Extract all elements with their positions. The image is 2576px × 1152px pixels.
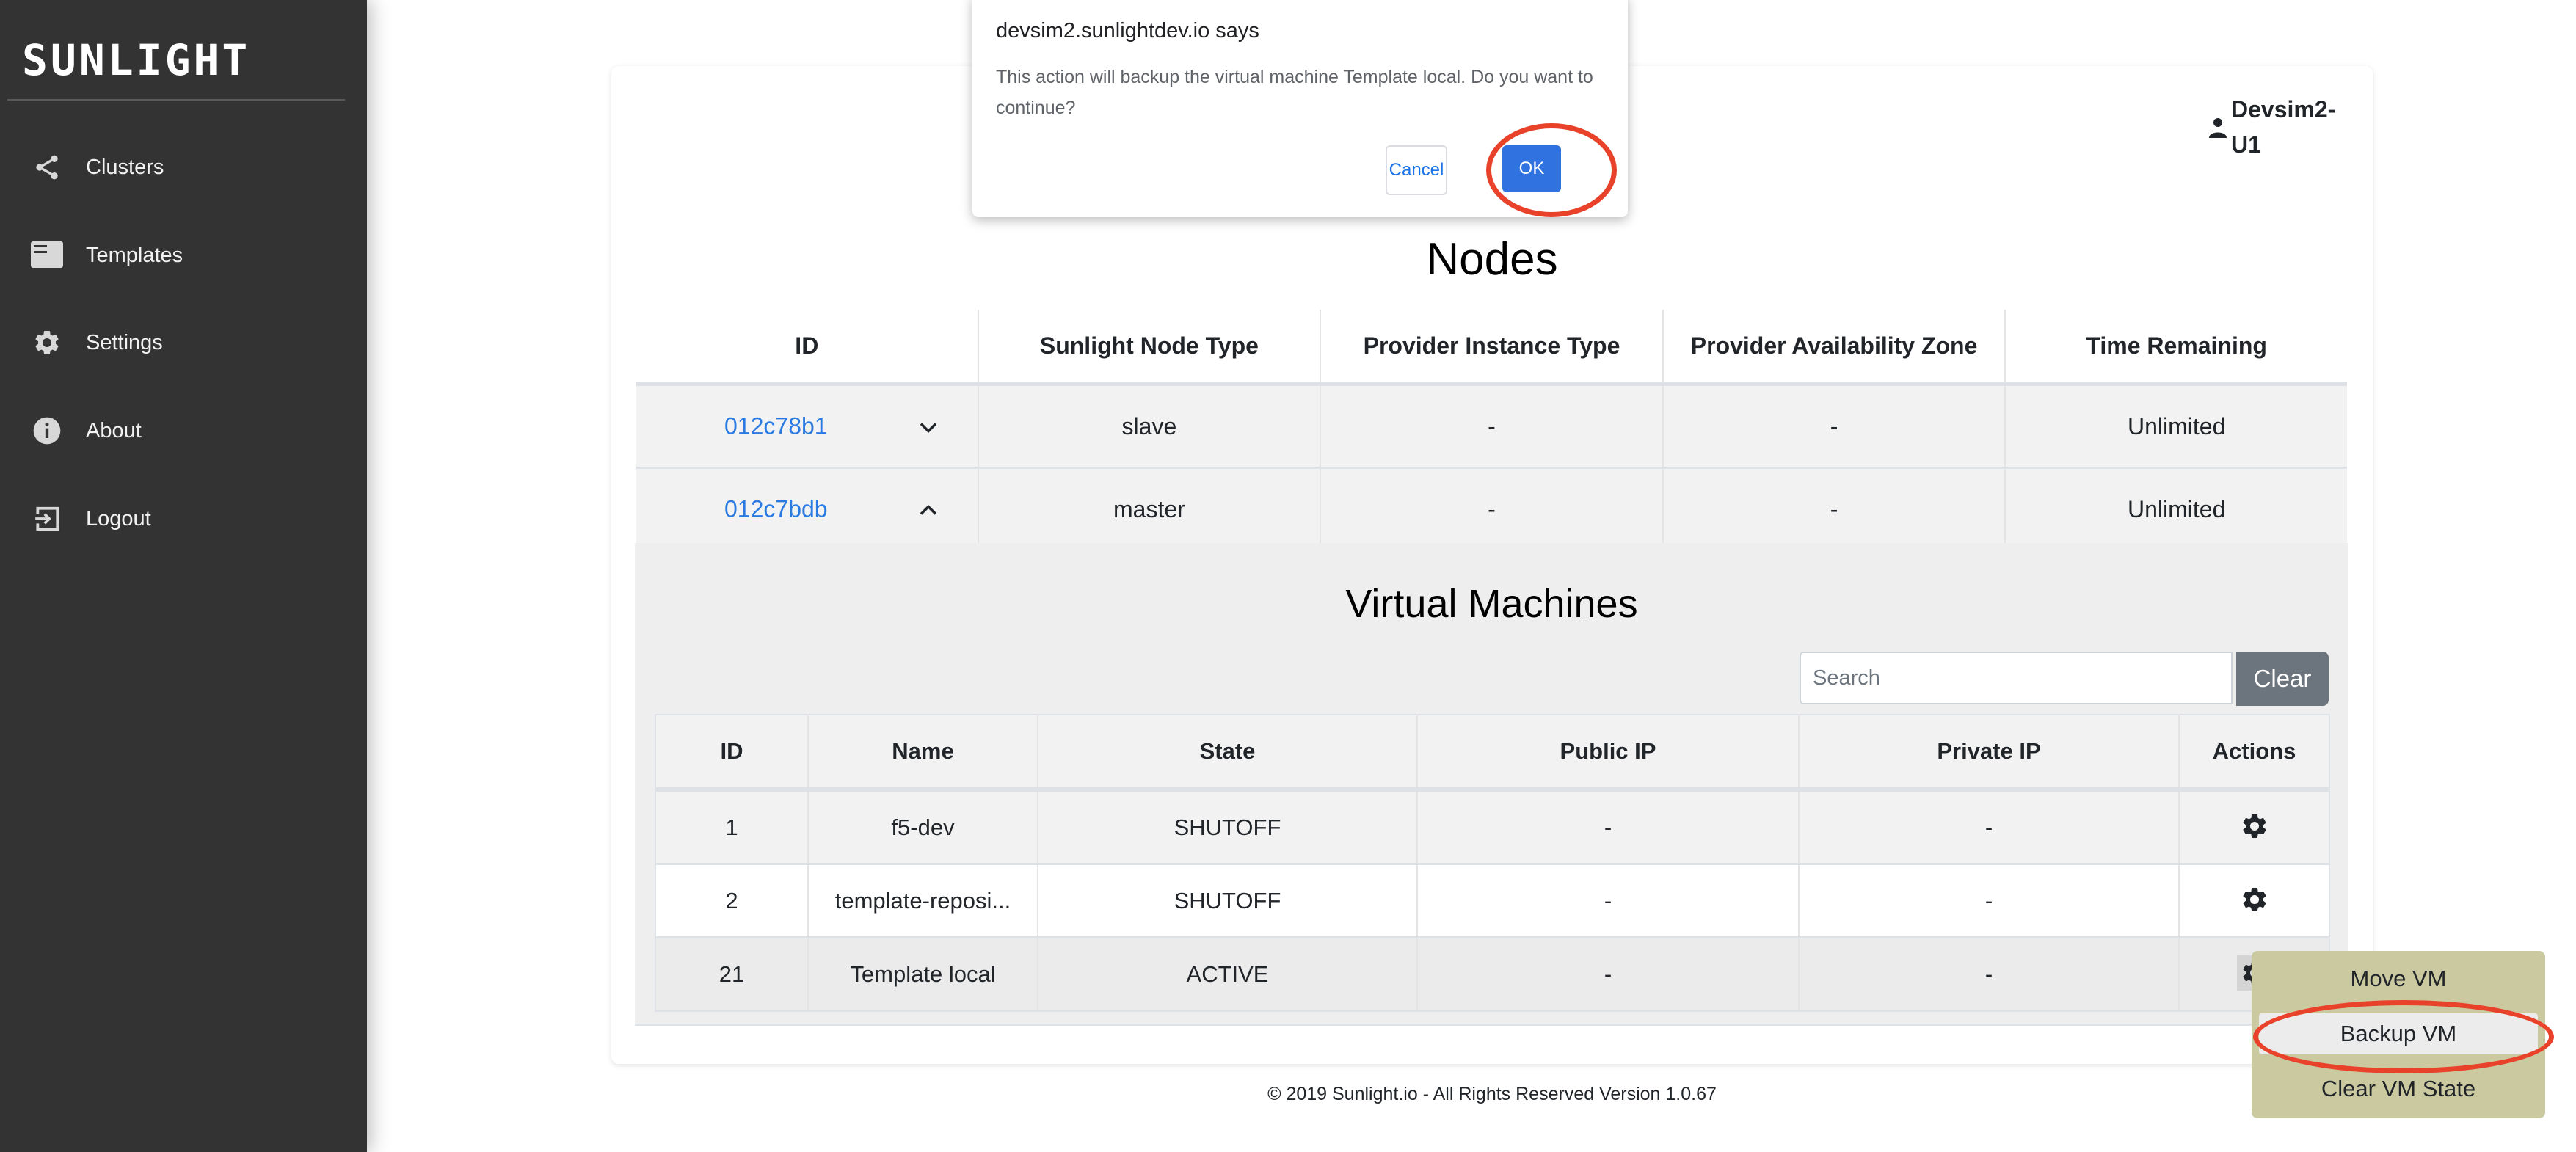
- vm-actions-cell: [2179, 864, 2329, 938]
- column-header[interactable]: Provider Availability Zone: [1662, 310, 2006, 386]
- vm-row: 1 f5-dev SHUTOFF - -: [655, 790, 2329, 865]
- menu-item-move-vm[interactable]: Move VM: [2259, 958, 2538, 999]
- share-icon: [31, 151, 63, 183]
- nodes-table: ID Sunlight Node Type Provider Instance …: [635, 308, 2348, 552]
- sidebar-item-label: Settings: [86, 330, 163, 354]
- sidebar-item-clusters[interactable]: Clusters: [0, 138, 367, 197]
- column-header[interactable]: State: [1038, 715, 1418, 792]
- vm-public-ip: -: [1417, 937, 1800, 1012]
- column-header[interactable]: Provider Instance Type: [1320, 310, 1664, 386]
- vm-name: template-reposi...: [808, 864, 1038, 938]
- sidebar-item-settings[interactable]: Settings: [0, 313, 367, 372]
- menu-item-clear-vm-state[interactable]: Clear VM State: [2259, 1068, 2538, 1109]
- vm-actions-menu: Move VM Backup VM Clear VM State: [2252, 951, 2545, 1118]
- vm-row: 2 template-reposi... SHUTOFF - -: [655, 864, 2329, 938]
- sunlight-logo[interactable]: SUNLIGHT: [22, 35, 250, 85]
- vm-search-input[interactable]: [1800, 652, 2233, 704]
- column-header[interactable]: ID: [655, 715, 809, 792]
- logout-icon: [31, 503, 63, 535]
- column-header[interactable]: ID: [636, 310, 979, 386]
- vm-public-ip: -: [1417, 864, 1800, 938]
- user-menu[interactable]: Devsim2-U1: [2209, 92, 2348, 162]
- vm-id: 21: [655, 937, 809, 1012]
- confirm-dialog: devsim2.sunlightdev.io says This action …: [972, 0, 1628, 217]
- vm-public-ip: -: [1417, 790, 1800, 865]
- chevron-up-icon[interactable]: [919, 496, 938, 523]
- node-id-link[interactable]: 012c7bdb: [724, 496, 828, 523]
- dialog-title: devsim2.sunlightdev.io says: [996, 19, 1259, 43]
- vm-private-ip: -: [1799, 864, 2180, 938]
- node-time-remaining: Unlimited: [2005, 384, 2347, 469]
- clear-button[interactable]: Clear: [2236, 652, 2329, 706]
- vm-actions-gear-icon[interactable]: [2237, 809, 2272, 844]
- user-name: Devsim2-U1: [2231, 96, 2336, 158]
- dialog-ok-button[interactable]: OK: [1502, 145, 1561, 192]
- vm-private-ip: -: [1799, 790, 2180, 865]
- sidebar-item-label: About: [86, 418, 142, 442]
- sidebar-divider: [7, 99, 345, 101]
- vm-title: Virtual Machines: [1345, 582, 1638, 626]
- nodes-header-row: ID Sunlight Node Type Provider Instance …: [636, 310, 2347, 386]
- vm-table: ID Name State Public IP Private IP Actio…: [655, 714, 2330, 1012]
- vm-name: f5-dev: [808, 790, 1038, 865]
- sidebar-item-logout[interactable]: Logout: [0, 489, 367, 548]
- vm-row: 21 Template local ACTIVE - -: [655, 937, 2329, 1012]
- vm-header-row: ID Name State Public IP Private IP Actio…: [655, 715, 2329, 792]
- column-header[interactable]: Private IP: [1799, 715, 2180, 792]
- template-icon: [31, 239, 63, 271]
- node-id-cell: 012c7bdb: [636, 467, 979, 550]
- info-icon: [31, 415, 63, 447]
- column-header: Actions: [2179, 715, 2329, 792]
- node-instance-type: -: [1320, 467, 1664, 550]
- node-zone: -: [1662, 467, 2006, 550]
- person-icon: [2209, 117, 2227, 142]
- node-zone: -: [1662, 384, 2006, 469]
- node-type: master: [978, 467, 1322, 550]
- vm-panel: Virtual Machines Clear ID Name State Pub…: [635, 543, 2348, 1026]
- sidebar-item-label: Clusters: [86, 155, 164, 179]
- vm-id: 1: [655, 790, 809, 865]
- sidebar-item-about[interactable]: About: [0, 401, 367, 460]
- chevron-down-icon[interactable]: [919, 413, 938, 440]
- vm-state: ACTIVE: [1038, 937, 1418, 1012]
- dialog-cancel-button[interactable]: Cancel: [1386, 145, 1447, 195]
- sidebar-item-label: Logout: [86, 506, 151, 531]
- vm-actions-gear-icon[interactable]: [2237, 882, 2272, 917]
- menu-item-backup-vm[interactable]: Backup VM: [2259, 1013, 2538, 1054]
- node-row[interactable]: 012c78b1 slave - - Unlimited: [636, 384, 2347, 469]
- footer-text: © 2019 Sunlight.io - All Rights Reserved…: [1267, 1084, 1717, 1104]
- column-header[interactable]: Time Remaining: [2005, 310, 2347, 386]
- gear-icon: [31, 327, 63, 359]
- column-header[interactable]: Sunlight Node Type: [978, 310, 1322, 386]
- column-header[interactable]: Public IP: [1417, 715, 1800, 792]
- column-header[interactable]: Name: [808, 715, 1038, 792]
- vm-name: Template local: [808, 937, 1038, 1012]
- node-time-remaining: Unlimited: [2005, 467, 2347, 550]
- vm-state: SHUTOFF: [1038, 864, 1418, 938]
- vm-private-ip: -: [1799, 937, 2180, 1012]
- sidebar-item-templates[interactable]: Templates: [0, 226, 367, 285]
- node-id-link[interactable]: 012c78b1: [724, 413, 828, 440]
- node-instance-type: -: [1320, 384, 1664, 469]
- node-row[interactable]: 012c7bdb master - - Unlimited: [636, 467, 2347, 550]
- dialog-message: This action will backup the virtual mach…: [996, 67, 1593, 118]
- sidebar: SUNLIGHT Clusters Templates Settings Abo…: [0, 0, 367, 1152]
- node-id-cell: 012c78b1: [636, 384, 979, 469]
- vm-id: 2: [655, 864, 809, 938]
- vm-state: SHUTOFF: [1038, 790, 1418, 865]
- nodes-title: Nodes: [1426, 234, 1558, 285]
- vm-actions-cell: [2179, 790, 2329, 865]
- node-type: slave: [978, 384, 1322, 469]
- sidebar-item-label: Templates: [86, 243, 183, 267]
